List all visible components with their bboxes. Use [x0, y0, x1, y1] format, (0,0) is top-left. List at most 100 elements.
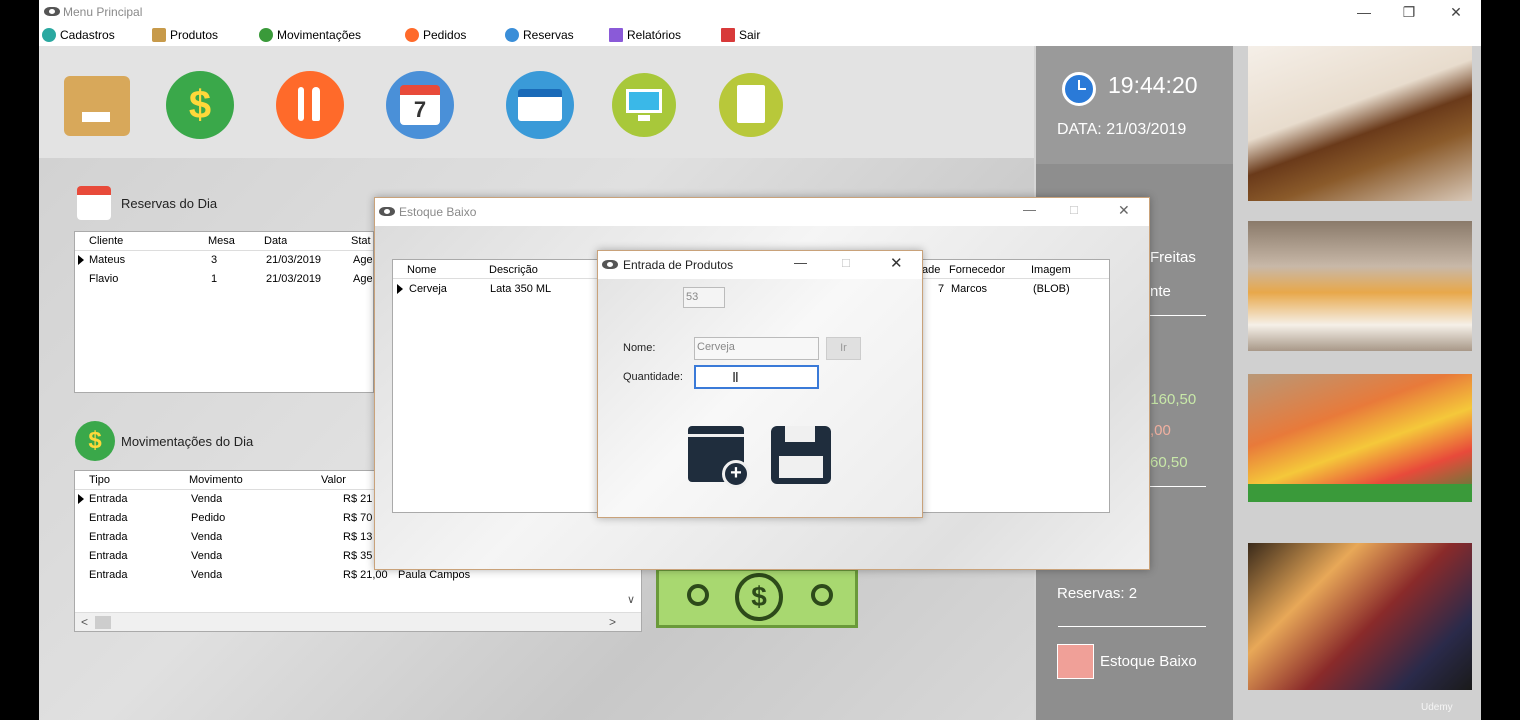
column-header[interactable]: Data — [264, 235, 287, 247]
barcode-icon — [82, 112, 110, 122]
table-cell[interactable]: Entrada — [89, 512, 128, 524]
app-eye-icon — [44, 7, 60, 16]
ir-button[interactable]: Ir — [826, 337, 861, 360]
column-header[interactable]: Movimento — [189, 474, 243, 486]
table-cell[interactable]: Entrada — [89, 493, 128, 505]
quantidade-field[interactable] — [694, 365, 819, 389]
table-cell[interactable]: Pedido — [191, 512, 225, 524]
reservas-title: Reservas do Dia — [121, 196, 218, 211]
column-header[interactable]: Cliente — [89, 235, 123, 247]
table-cell[interactable]: Entrada — [89, 550, 128, 562]
table-cell[interactable]: Venda — [191, 550, 222, 562]
calendar-icon[interactable]: 7 — [386, 71, 454, 139]
table-cell[interactable]: Paula Campos — [398, 569, 470, 581]
table-cell[interactable]: Cerveja — [409, 283, 447, 295]
table-cell[interactable]: Venda — [191, 569, 222, 581]
current-date: DATA: 21/03/2019 — [1057, 121, 1187, 138]
column-header[interactable]: Descrição — [489, 264, 538, 276]
dialog-maximize-button[interactable]: □ — [1070, 202, 1078, 217]
table-cell[interactable]: Entrada — [89, 531, 128, 543]
table-cell[interactable]: Age — [353, 273, 373, 285]
table-cell[interactable]: Flavio — [89, 273, 118, 285]
dialog-close-button[interactable]: ✕ — [890, 254, 903, 272]
table-cell[interactable]: 21/03/2019 — [266, 254, 321, 266]
cadastros-icon — [42, 28, 56, 42]
quantidade-label: Quantidade: — [623, 371, 683, 383]
table-cell[interactable]: R$ 21 — [343, 493, 372, 505]
reservas-grid[interactable]: Cliente Mesa Data Stat Mateus 3 21/03/20… — [74, 231, 374, 393]
nome-field[interactable]: Cerveja — [694, 337, 819, 360]
close-button[interactable]: ✕ — [1436, 2, 1476, 22]
food-photo-roast — [1248, 46, 1472, 201]
main-window: Menu Principal — ❐ ✕ Cadastros Produtos … — [39, 0, 1481, 720]
scroll-down-arrow[interactable]: ∨ — [627, 593, 635, 606]
dialog-eye-icon — [379, 207, 395, 216]
scroll-thumb[interactable] — [95, 616, 111, 629]
relatorios-icon — [609, 28, 623, 42]
column-header[interactable]: Fornecedor — [949, 264, 1005, 276]
menu-movimentacoes[interactable]: Movimentações — [259, 27, 361, 43]
floppy-shutter — [785, 426, 815, 442]
table-cell[interactable]: (BLOB) — [1033, 283, 1070, 295]
scroll-right-arrow[interactable]: > — [609, 615, 616, 629]
dialog-minimize-button[interactable]: — — [1023, 202, 1036, 217]
menu-label: Reservas — [523, 28, 574, 42]
table-cell[interactable]: R$ 21,00 — [343, 569, 388, 581]
new-entry-button[interactable]: + — [688, 426, 750, 488]
monitor-stand — [638, 115, 650, 121]
product-id-field[interactable]: 53 — [683, 287, 725, 308]
table-cell[interactable]: Marcos — [951, 283, 987, 295]
user-name-fragment: Freitas — [1150, 249, 1196, 266]
menu-sair[interactable]: Sair — [721, 27, 760, 43]
monitor-icon[interactable] — [612, 73, 676, 137]
column-header[interactable]: ade — [922, 264, 940, 276]
table-cell[interactable]: 3 — [211, 254, 217, 266]
table-cell[interactable]: 21/03/2019 — [266, 273, 321, 285]
table-cell[interactable]: R$ 70 — [343, 512, 372, 524]
table-calendar-icon[interactable] — [506, 71, 574, 139]
food-photo-juices — [1248, 374, 1472, 502]
table-cell[interactable]: 7 — [938, 283, 944, 295]
column-header[interactable]: Valor — [321, 474, 346, 486]
table-cell[interactable]: R$ 35 — [343, 550, 372, 562]
product-box-icon[interactable] — [64, 76, 130, 136]
maximize-button[interactable]: ❐ — [1389, 2, 1429, 22]
menu-relatorios[interactable]: Relatórios — [609, 27, 681, 43]
utensils-icon[interactable] — [276, 71, 344, 139]
table-cell[interactable]: Venda — [191, 531, 222, 543]
menu-reservas[interactable]: Reservas — [505, 27, 574, 43]
column-header[interactable]: Tipo — [89, 474, 110, 486]
menu-pedidos[interactable]: Pedidos — [405, 27, 466, 43]
horizontal-scrollbar[interactable]: < > — [75, 612, 641, 631]
menu-cadastros[interactable]: Cadastros — [42, 27, 115, 43]
dialog-minimize-button[interactable]: — — [794, 255, 807, 270]
table-grid — [518, 89, 562, 121]
column-header[interactable]: Imagem — [1031, 264, 1071, 276]
menu-produtos[interactable]: Produtos — [152, 27, 218, 43]
scroll-left-arrow[interactable]: < — [81, 615, 88, 629]
table-cell[interactable]: Entrada — [89, 569, 128, 581]
dialog-maximize-button[interactable]: □ — [842, 255, 850, 270]
grid-header: Cliente Mesa Data Stat — [75, 232, 373, 251]
column-header[interactable]: Nome — [407, 264, 436, 276]
column-header[interactable]: Stat — [351, 235, 371, 247]
save-button[interactable] — [771, 426, 831, 484]
dialog-titlebar: Entrada de Produtos — □ ✕ — [598, 251, 922, 279]
dialog-close-button[interactable]: ✕ — [1118, 202, 1130, 219]
sair-icon — [721, 28, 735, 42]
table-cell[interactable]: Mateus — [89, 254, 125, 266]
table-cell[interactable]: Venda — [191, 493, 222, 505]
monitor-screen — [626, 89, 662, 113]
report-icon[interactable] — [719, 73, 783, 137]
food-photo-wine — [1248, 543, 1472, 690]
dollar-icon[interactable]: $ — [166, 71, 234, 139]
column-header[interactable]: Mesa — [208, 235, 235, 247]
card-stripe — [688, 434, 744, 437]
table-cell[interactable]: Age — [353, 254, 373, 266]
table-cell[interactable]: Lata 350 ML — [490, 283, 551, 295]
minimize-button[interactable]: — — [1344, 2, 1384, 22]
table-cell[interactable]: R$ 13 — [343, 531, 372, 543]
table-cell[interactable]: 1 — [211, 273, 217, 285]
menu-bar: Cadastros Produtos Movimentações Pedidos… — [39, 24, 1481, 46]
menu-label: Relatórios — [627, 28, 682, 42]
